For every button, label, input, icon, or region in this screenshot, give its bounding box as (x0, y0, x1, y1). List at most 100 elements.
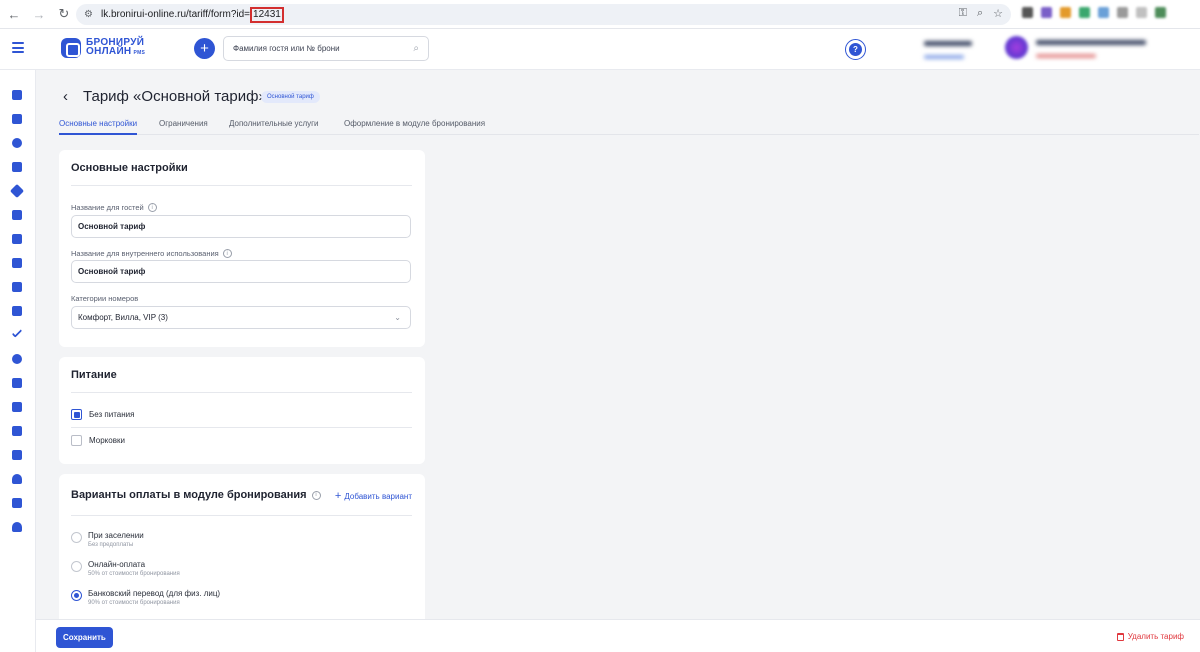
reload-icon[interactable]: ↻ (53, 3, 75, 25)
avatar[interactable] (1005, 36, 1028, 59)
radio-text: Банковский перевод (для физ. лиц) 90% от… (88, 589, 220, 606)
meal-option-carrots[interactable]: Морковки (71, 435, 125, 446)
meal-option-label: Морковки (89, 436, 125, 445)
key-icon[interactable]: ⚿ (959, 7, 967, 20)
payment-option-title: Онлайн-оплата (88, 560, 146, 569)
payment-options-card: Варианты оплаты в модуле бронирования i … (59, 474, 425, 619)
payment-option-subtitle: 50% от стоимости бронирования (88, 571, 180, 577)
check-icon[interactable] (11, 327, 23, 338)
room-categories-select[interactable]: Комфорт, Вилла, VIP (3) ⌄ (71, 306, 411, 329)
plus-icon: + (334, 490, 342, 502)
guest-name-label: Название для гостей i (71, 203, 157, 212)
info-icon[interactable]: i (147, 203, 157, 212)
extensions-area (1022, 7, 1166, 18)
checkbox-checked[interactable] (71, 409, 82, 420)
settings-icon[interactable] (12, 354, 22, 364)
info-icon[interactable]: i (222, 249, 232, 258)
tab-extra-services[interactable]: Дополнительные услуги (229, 119, 319, 128)
reports-icon[interactable] (12, 162, 22, 172)
app-header: БРОНИРУЙ ОНЛАЙНPMS + ⌕ ? (0, 29, 1200, 70)
checklist-icon[interactable] (12, 282, 22, 292)
logo-mark (61, 38, 81, 58)
extension-icon[interactable] (1098, 7, 1109, 18)
add-booking-button[interactable]: + (194, 38, 215, 59)
payment-option-subtitle: Без предоплаты (88, 542, 134, 548)
extension-icon[interactable] (1041, 7, 1052, 18)
guest-icon[interactable] (12, 138, 22, 148)
basic-settings-card: Основные настройки Название для гостей i … (59, 150, 425, 347)
radio-text: Онлайн-оплата 50% от стоимости бронирова… (88, 560, 180, 577)
back-icon[interactable]: ← (3, 3, 25, 25)
zoom-icon[interactable]: ⌕ (977, 7, 983, 20)
search-icon[interactable]: ⌕ (413, 43, 419, 54)
extension-icon[interactable] (1136, 7, 1147, 18)
delete-tariff-label: Удалить тариф (1127, 632, 1184, 641)
chart-icon[interactable] (12, 258, 22, 268)
bookmark-star-icon[interactable]: ☆ (993, 7, 1003, 20)
bag-icon[interactable] (12, 210, 22, 220)
account-info-blurred[interactable] (924, 41, 972, 59)
logo-line2: ОНЛАЙН PMS (86, 47, 145, 58)
briefcase-icon[interactable] (12, 378, 22, 388)
search-input[interactable] (233, 44, 403, 53)
divider (71, 392, 412, 393)
back-button[interactable]: ‹ (63, 88, 68, 105)
payment-option-bank-transfer[interactable]: Банковский перевод (для физ. лиц) 90% от… (71, 589, 220, 606)
extension-icon[interactable] (1022, 7, 1033, 18)
help-button[interactable]: ? (845, 39, 866, 60)
user-info-blurred[interactable] (1036, 40, 1146, 58)
address-bar[interactable]: ⚙ lk.bronirui-online.ru/tariff/form?id= 1… (76, 4, 1011, 25)
logo[interactable]: БРОНИРУЙ ОНЛАЙН PMS (61, 38, 145, 58)
shield-icon[interactable] (12, 450, 22, 460)
delete-tariff-button[interactable]: Удалить тариф (1116, 632, 1184, 641)
checkbox[interactable] (71, 435, 82, 446)
menu-icon[interactable] (12, 42, 24, 53)
info-icon[interactable]: i (311, 490, 321, 500)
megaphone-icon[interactable] (12, 306, 22, 316)
forward-icon[interactable]: → (28, 3, 50, 25)
payment-option-online[interactable]: Онлайн-оплата 50% от стоимости бронирова… (71, 560, 180, 577)
extension-icon[interactable] (1060, 7, 1071, 18)
meals-card: Питание Без питания Морковки (59, 357, 425, 464)
meal-option-none[interactable]: Без питания (71, 409, 134, 420)
announcement-icon[interactable] (12, 498, 22, 508)
bottom-action-bar: Сохранить Удалить тариф (36, 619, 1200, 652)
divider (71, 185, 412, 186)
extension-icon[interactable] (1155, 7, 1166, 18)
stack-icon[interactable] (12, 234, 22, 244)
site-settings-icon[interactable]: ⚙ (84, 9, 93, 20)
help-icon: ? (849, 43, 862, 56)
title-badge: Основной тариф (261, 91, 320, 103)
wallet-icon[interactable] (12, 402, 22, 412)
database-icon[interactable] (12, 426, 22, 436)
cloud-icon[interactable] (12, 474, 22, 484)
tag-icon[interactable] (9, 183, 25, 199)
tab-basic-settings[interactable]: Основные настройки (59, 119, 138, 135)
radio-button[interactable] (71, 532, 82, 543)
tab-restrictions[interactable]: Ограничения (159, 119, 208, 128)
payment-option-title: При заселении (88, 531, 144, 540)
extension-icon[interactable] (1117, 7, 1128, 18)
guest-name-field[interactable]: Основной тариф (71, 215, 411, 238)
divider (71, 515, 412, 516)
card-title: Варианты оплаты в модуле бронирования i (71, 489, 321, 501)
search-box[interactable]: ⌕ (223, 36, 429, 61)
url-text: lk.bronirui-online.ru/tariff/form?id= (100, 9, 251, 20)
radio-button[interactable] (71, 561, 82, 572)
chevron-down-icon: ⌄ (394, 313, 401, 322)
tabs: Основные настройки Ограничения Дополните… (59, 119, 1199, 135)
card-title: Основные настройки (71, 162, 188, 174)
calendar-icon[interactable] (12, 114, 22, 124)
tab-booking-module-design[interactable]: Оформление в модуле бронирования (344, 119, 485, 128)
payment-option-subtitle: 90% от стоимости бронирования (88, 600, 180, 606)
sidebar (0, 70, 36, 652)
internal-name-field[interactable]: Основной тариф (71, 260, 411, 283)
save-button[interactable]: Сохранить (56, 627, 113, 648)
radio-button-selected[interactable] (71, 590, 82, 601)
home-icon[interactable] (12, 90, 22, 100)
extension-icon[interactable] (1079, 7, 1090, 18)
page-title: Тариф «Основной тариф» (83, 88, 267, 105)
add-variant-button[interactable]: + Добавить вариант (335, 490, 412, 502)
payment-option-on-arrival[interactable]: При заселении Без предоплаты (71, 531, 144, 548)
user-icon[interactable] (12, 522, 22, 532)
